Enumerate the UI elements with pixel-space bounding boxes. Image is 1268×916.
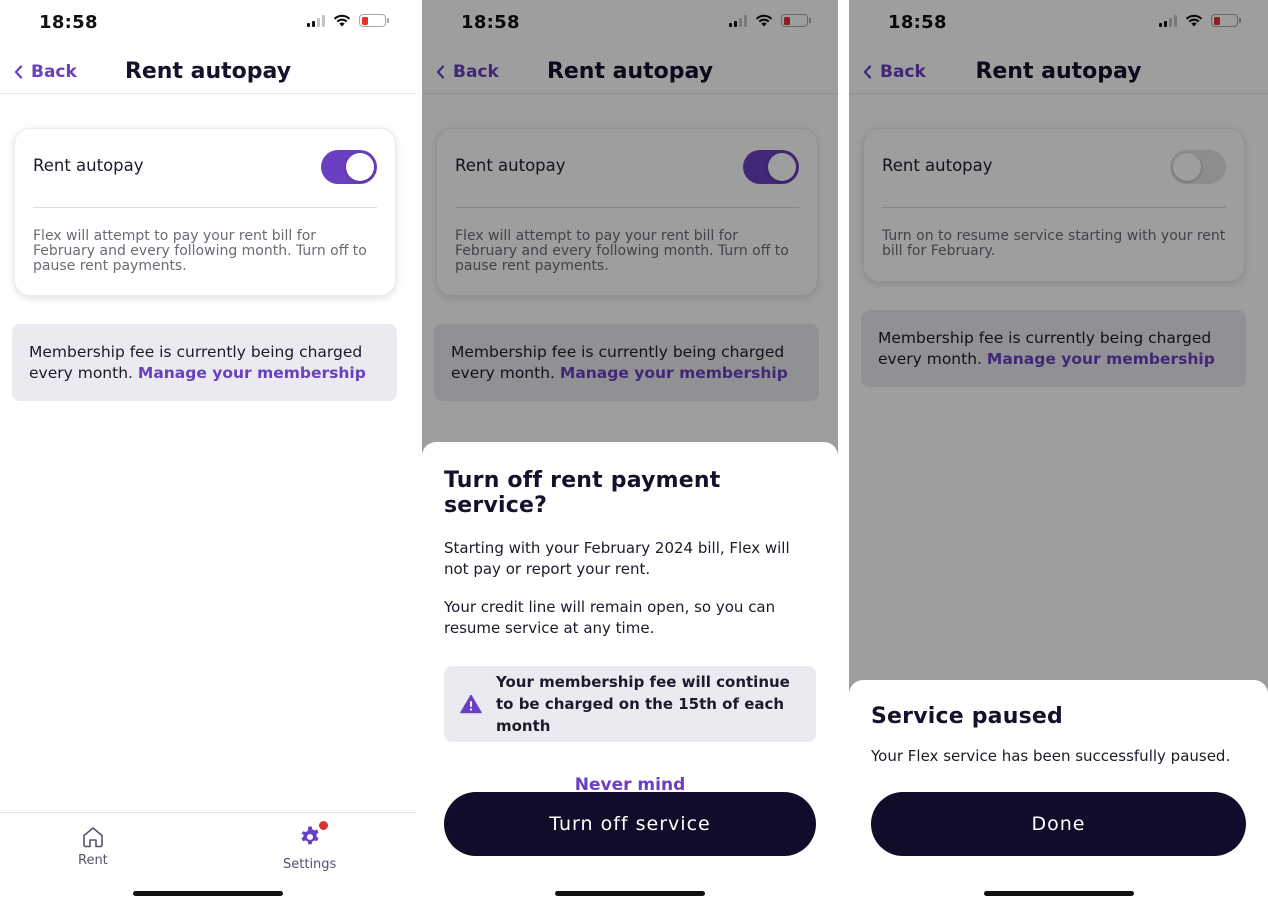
tab-rent-label: Rent	[78, 853, 108, 868]
notification-badge	[318, 821, 328, 830]
autopay-description: Flex will attempt to pay your rent bill …	[33, 228, 367, 274]
manage-membership-link[interactable]: Manage your membership	[138, 364, 366, 382]
dialog-body-1: Starting with your February 2024 bill, F…	[444, 539, 790, 578]
page-title: Rent autopay	[124, 59, 292, 84]
service-paused-sheet: Service paused Your Flex service has bee…	[849, 680, 1268, 916]
screen-service-paused: 18:58 Back Rent autopay Rent autopay Tur…	[849, 0, 1268, 916]
gear-icon	[301, 826, 319, 845]
status-time: 18:58	[39, 12, 98, 33]
done-button[interactable]: Done	[871, 792, 1246, 856]
wifi-icon	[333, 14, 351, 27]
home-icon	[83, 827, 103, 848]
paused-title: Service paused	[871, 704, 1063, 729]
home-indicator	[555, 891, 705, 896]
turn-off-bottom-sheet: Turn off rent payment service? Starting …	[422, 442, 838, 916]
tab-rent[interactable]: Rent	[78, 825, 108, 868]
paused-body: Your Flex service has been successfully …	[871, 747, 1231, 765]
autopay-card: Rent autopay Flex will attempt to pay yo…	[14, 128, 396, 296]
dialog-title: Turn off rent payment service?	[444, 468, 721, 518]
turn-off-service-button[interactable]: Turn off service	[444, 792, 816, 856]
tab-settings-label: Settings	[283, 857, 337, 872]
tab-settings[interactable]: Settings	[283, 821, 337, 872]
warning-icon	[460, 694, 482, 714]
autopay-label: Rent autopay	[33, 156, 144, 175]
status-icons	[307, 14, 389, 27]
battery-icon	[359, 14, 389, 27]
fee-warning: Your membership fee will continue to be …	[444, 666, 816, 742]
status-bar: 18:58	[0, 0, 416, 48]
screen-turn-off-dialog: 18:58 Back Rent autopay Rent autopay Fle…	[422, 0, 838, 916]
dialog-body-2: Your credit line will remain open, so yo…	[444, 598, 776, 637]
warning-text: Your membership fee will continue to be …	[496, 673, 790, 735]
cellular-signal-icon	[307, 14, 325, 27]
tab-bar: Rent Settings	[0, 812, 416, 916]
screen-autopay-on: 18:58 Back Rent autopay Rent autopay Fle…	[0, 0, 416, 916]
home-indicator	[133, 891, 283, 896]
membership-notice: Membership fee is currently being charge…	[12, 324, 397, 401]
nav-bar: Back Rent autopay	[0, 50, 416, 94]
settings-icon-wrap	[298, 821, 328, 853]
card-divider	[33, 207, 377, 208]
home-indicator	[983, 891, 1134, 896]
autopay-toggle[interactable]	[321, 150, 377, 184]
